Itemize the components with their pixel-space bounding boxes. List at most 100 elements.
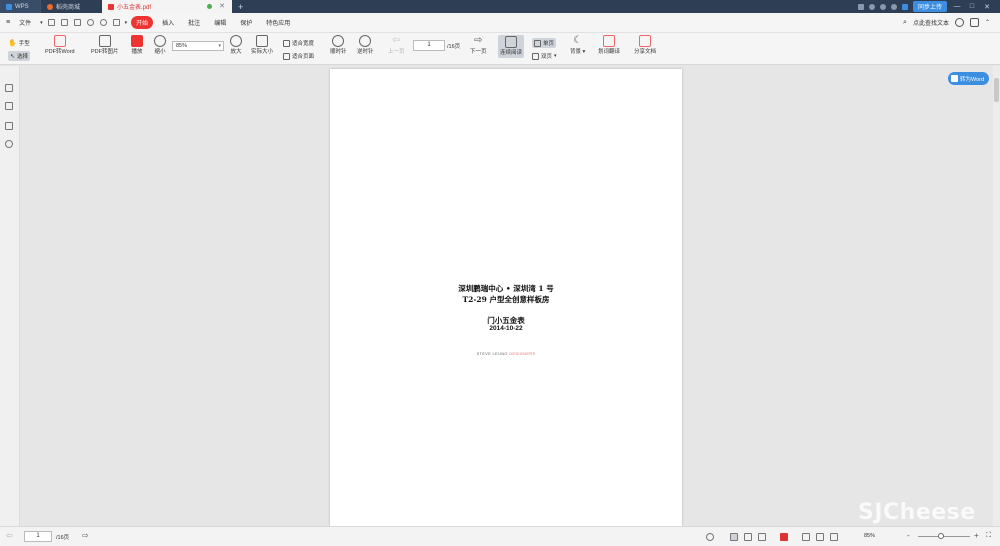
double-page-button[interactable]: 双页 ▾ — [532, 52, 557, 60]
collapse-icon[interactable]: ⌃ — [985, 19, 990, 26]
continuous-view-icon[interactable] — [730, 533, 738, 541]
fit-width-icon[interactable] — [802, 533, 810, 541]
single-page-icon — [534, 39, 541, 47]
ribbon-toolbar: ✋ 手型 ↖ 选择 PDF转Word PDF转图片 播放 缩小 85% ▾ 放大… — [0, 33, 1000, 65]
menu-hamburger-icon[interactable]: ≡ — [6, 19, 10, 26]
zoom-in-control[interactable]: + — [974, 531, 979, 540]
scrollbar-thumb[interactable] — [994, 78, 999, 102]
single-view-icon[interactable] — [744, 533, 752, 541]
close-window-icon[interactable]: ✕ — [982, 3, 992, 11]
zoom-out-button[interactable]: 缩小 — [154, 35, 166, 56]
undo-icon[interactable] — [86, 19, 94, 26]
rotate-clockwise-button[interactable]: 顺时针 — [330, 35, 347, 56]
fit-width-icon — [283, 39, 290, 47]
arrow-right-icon[interactable]: ⇨ — [82, 531, 90, 540]
convert-to-word-button[interactable]: 转为Word — [948, 72, 990, 85]
vertical-scrollbar[interactable] — [993, 66, 1000, 526]
titlebar-tools: 同步上传 — □ ✕ — [857, 0, 1000, 13]
help-icon[interactable] — [879, 3, 886, 10]
chevron-down-icon: ▾ — [554, 53, 557, 59]
arrow-right-icon: ⇨ — [474, 35, 483, 46]
eye-protection-icon[interactable] — [706, 533, 714, 541]
notification-icon[interactable] — [868, 3, 875, 10]
word-translate-button[interactable]: 划词翻译 — [598, 35, 620, 56]
attachment-icon[interactable] — [5, 140, 13, 148]
menu-file[interactable]: 文件 — [14, 16, 36, 29]
share-icon — [639, 35, 651, 47]
rotate-ccw-label: 逆时针 — [357, 49, 374, 55]
previous-page-button[interactable]: ⇦ 上一页 — [388, 35, 405, 56]
menu-right: ⌕ 点此查找文本 ⌃ — [903, 18, 1000, 27]
tab-store[interactable]: 稻壳商城 — [40, 0, 102, 13]
rotate-counterclockwise-button[interactable]: 逆时针 — [357, 35, 374, 56]
actual-size-button[interactable]: 实际大小 — [251, 35, 273, 56]
pdf-to-word-button[interactable]: PDF转Word — [45, 35, 75, 56]
customize-icon[interactable]: ▾ — [125, 20, 128, 26]
menu-tab-start[interactable]: 开始 — [131, 16, 154, 29]
pdf-to-image-button[interactable]: PDF转图片 — [91, 35, 119, 56]
play-icon[interactable] — [780, 533, 788, 541]
cursor-icon: ↖ — [10, 53, 16, 60]
search-icon[interactable]: ⌕ — [903, 19, 907, 27]
open-icon[interactable] — [47, 19, 55, 26]
redo-icon[interactable] — [99, 19, 107, 26]
hand-tool-button[interactable]: ✋ 手型 — [8, 39, 30, 47]
menu-tab-insert[interactable]: 插入 — [157, 16, 179, 29]
tab-document[interactable]: 小五金表.pdf ✕ — [102, 0, 232, 13]
bookmark-icon[interactable] — [5, 84, 13, 92]
page-total: /16页 — [447, 44, 461, 50]
zoom-slider-handle[interactable] — [938, 533, 944, 539]
arrow-left-icon: ⇦ — [392, 35, 401, 46]
single-page-button[interactable]: 单页 — [532, 38, 557, 48]
pdf-to-word-icon — [53, 35, 66, 47]
thumbnail-icon[interactable] — [5, 102, 13, 110]
menu-tab-edit[interactable]: 编辑 — [209, 16, 231, 29]
zoom-select[interactable]: 85% ▾ — [172, 41, 224, 51]
close-tab-icon[interactable]: ✕ — [219, 2, 225, 10]
status-page-input[interactable]: 1 — [24, 531, 52, 542]
search-text-link[interactable]: 点此查找文本 — [913, 18, 949, 27]
fullscreen-icon[interactable]: ⛶ — [986, 532, 994, 540]
tab-wps[interactable]: WPS — [0, 0, 40, 13]
fit-page-button[interactable]: 适合页面 — [283, 52, 314, 60]
chevron-down-icon[interactable]: ▾ — [40, 20, 43, 26]
double-view-icon[interactable] — [758, 533, 766, 541]
export-icon[interactable] — [112, 19, 120, 26]
share-document-button[interactable]: 分享文档 — [634, 35, 656, 56]
minimize-icon[interactable]: — — [952, 3, 962, 10]
fit-page-icon[interactable] — [816, 533, 824, 541]
background-button[interactable]: ☾ 背景 ▾ — [570, 35, 585, 56]
play-icon — [131, 35, 143, 47]
next-page-button[interactable]: ⇨ 下一页 — [470, 35, 487, 56]
skin-icon[interactable] — [857, 3, 864, 10]
arrow-left-icon[interactable]: ⇦ — [6, 531, 14, 540]
continuous-read-button[interactable]: 连续阅读 — [498, 35, 525, 58]
sync-status-icon — [207, 4, 212, 9]
rotate-cw-icon — [332, 35, 345, 47]
zoom-out-icon — [154, 35, 166, 47]
annotation-icon[interactable] — [5, 122, 13, 130]
zoom-slider[interactable] — [918, 533, 970, 539]
page-number-input[interactable]: 1 — [413, 40, 445, 51]
menu-tab-features[interactable]: 特色应用 — [261, 16, 295, 29]
menu-tab-annotate[interactable]: 批注 — [183, 16, 205, 29]
play-button[interactable]: 播放 — [131, 35, 143, 56]
single-label: 单页 — [543, 41, 555, 47]
document-subtitle: T2-29 户型全创意样板房 — [462, 295, 550, 304]
gear-icon[interactable] — [954, 18, 964, 27]
hand-icon: ✋ — [8, 40, 17, 47]
continuous-label: 连续阅读 — [500, 50, 523, 56]
select-tool-button[interactable]: ↖ 选择 — [8, 51, 31, 61]
maximize-icon[interactable]: □ — [967, 3, 977, 10]
sync-upload-button[interactable]: 同步上传 — [912, 1, 947, 12]
actual-size-icon[interactable] — [830, 533, 838, 541]
fit-width-button[interactable]: 适合宽度 — [283, 39, 314, 47]
feedback-icon[interactable] — [969, 18, 979, 27]
user-avatar-icon[interactable] — [890, 3, 897, 10]
zoom-in-button[interactable]: 放大 — [230, 35, 242, 56]
menu-tab-protect[interactable]: 保护 — [235, 16, 257, 29]
zoom-out-control[interactable]: - — [907, 531, 910, 540]
new-tab-button[interactable]: + — [232, 0, 249, 13]
save-icon[interactable] — [60, 19, 68, 26]
print-icon[interactable] — [73, 19, 81, 26]
